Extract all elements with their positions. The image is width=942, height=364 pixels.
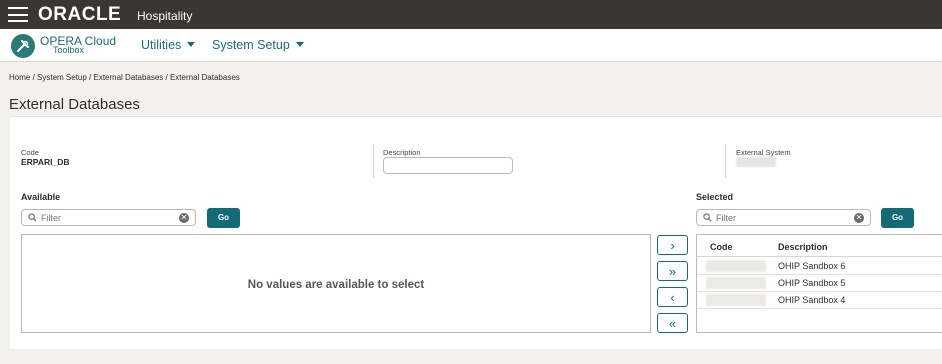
table-header: Code Description (697, 235, 942, 257)
code-label: Code (21, 148, 39, 157)
product-name: Hospitality (137, 9, 193, 23)
app-header: OPERA Cloud Toolbox Utilities System Set… (0, 29, 942, 62)
utilities-menu-label: Utilities (141, 38, 182, 52)
description-label: Description (383, 148, 421, 157)
field-divider (373, 144, 374, 178)
external-system-value-redacted (736, 157, 776, 167)
app-subtitle: Toolbox (53, 45, 85, 55)
selected-table: Code Description OHIP Sandbox 6 OHIP San… (696, 234, 942, 333)
row-description: OHIP Sandbox 5 (778, 278, 846, 288)
system-setup-menu-label: System Setup (212, 38, 290, 52)
code-redacted (706, 294, 766, 306)
filter-placeholder: Filter (716, 213, 736, 223)
available-list: No values are available to select (21, 234, 651, 333)
available-label: Available (21, 192, 61, 202)
hamburger-menu-icon[interactable] (8, 7, 28, 22)
search-icon (703, 213, 712, 222)
table-row[interactable]: OHIP Sandbox 4 (697, 292, 942, 309)
system-setup-menu[interactable]: System Setup (212, 38, 304, 52)
empty-message: No values are available to select (247, 279, 425, 291)
code-value: ERPARI_DB (21, 157, 70, 167)
available-go-button[interactable]: Go (207, 208, 240, 228)
table-row[interactable]: OHIP Sandbox 5 (697, 275, 942, 292)
description-input[interactable] (383, 157, 513, 174)
clear-icon[interactable]: ✕ (179, 213, 189, 223)
row-description: OHIP Sandbox 6 (778, 261, 846, 271)
oracle-topbar: ORACLE Hospitality (0, 0, 942, 29)
search-icon (28, 213, 37, 222)
clear-icon[interactable]: ✕ (854, 213, 864, 223)
table-row[interactable]: OHIP Sandbox 6 (697, 258, 942, 275)
column-header-description[interactable]: Description (778, 242, 828, 252)
row-description: OHIP Sandbox 4 (778, 295, 846, 305)
move-all-right-button[interactable]: » (657, 261, 688, 281)
available-filter-input[interactable]: Filter ✕ (21, 209, 196, 226)
column-header-code[interactable]: Code (710, 242, 733, 252)
page-title: External Databases (9, 96, 140, 113)
breadcrumb[interactable]: Home / System Setup / External Databases… (9, 73, 240, 82)
move-right-button[interactable]: › (657, 235, 688, 255)
external-system-label: External System (736, 148, 791, 157)
chevron-down-icon (187, 42, 196, 47)
oracle-logo: ORACLE (38, 4, 122, 25)
move-left-button[interactable]: ‹ (657, 287, 688, 307)
selected-label: Selected (696, 192, 734, 202)
selected-go-button[interactable]: Go (881, 208, 914, 228)
tools-icon[interactable] (11, 34, 35, 58)
code-redacted (706, 277, 766, 289)
selected-filter-input[interactable]: Filter ✕ (696, 209, 871, 226)
move-all-left-button[interactable]: « (657, 313, 688, 333)
chevron-down-icon (295, 42, 304, 47)
utilities-menu[interactable]: Utilities (141, 38, 196, 52)
code-redacted (706, 260, 766, 272)
field-divider (725, 144, 726, 178)
filter-placeholder: Filter (41, 213, 61, 223)
